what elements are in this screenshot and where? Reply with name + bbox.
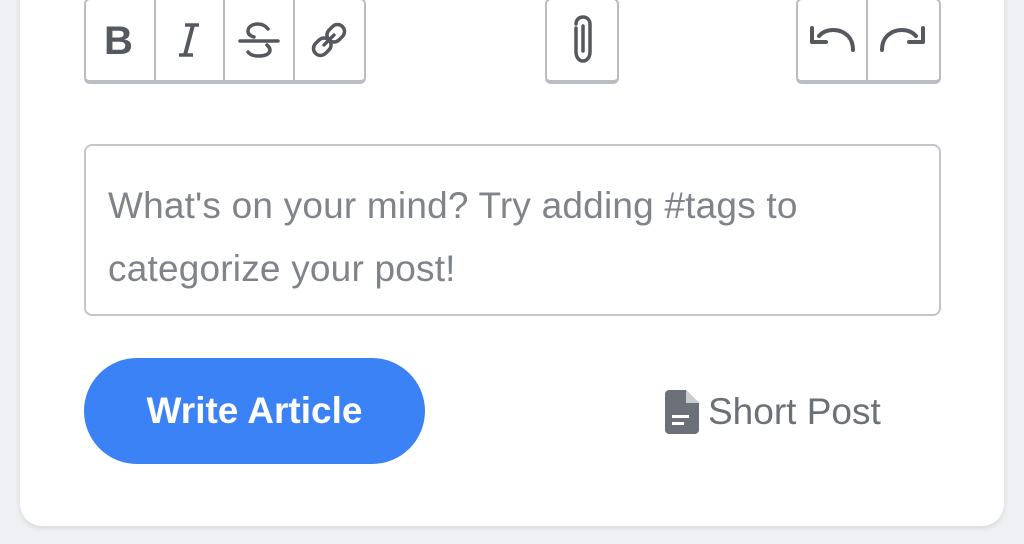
short-post-button[interactable]: Short Post	[664, 384, 881, 440]
strikethrough-icon	[238, 22, 280, 58]
undo-button[interactable]	[798, 0, 868, 80]
link-button[interactable]	[295, 0, 364, 80]
attach-button[interactable]	[547, 0, 617, 80]
bold-button[interactable]: B	[86, 0, 156, 80]
document-icon	[665, 390, 699, 434]
write-article-button[interactable]: Write Article	[84, 358, 425, 464]
placeholder-line-1: What's on your mind? Try adding #tags to	[108, 185, 798, 226]
post-text-area[interactable]: What's on your mind? Try adding #tags to…	[84, 144, 941, 316]
redo-icon	[880, 26, 925, 52]
undo-icon	[810, 26, 855, 52]
paperclip-icon	[574, 15, 592, 63]
svg-text:B: B	[104, 20, 133, 60]
italic-icon	[179, 23, 200, 57]
attach-toolbar	[545, 0, 619, 84]
history-toolbar	[796, 0, 941, 84]
placeholder-line-2: categorize your post!	[108, 248, 456, 289]
format-toolbar: B	[84, 0, 366, 84]
bold-icon: B	[104, 20, 133, 60]
link-icon	[311, 22, 347, 58]
short-post-label: Short Post	[708, 391, 881, 432]
redo-button[interactable]	[868, 0, 938, 80]
write-article-label: Write Article	[146, 390, 363, 431]
italic-button[interactable]	[156, 0, 225, 80]
strikethrough-button[interactable]	[225, 0, 295, 80]
